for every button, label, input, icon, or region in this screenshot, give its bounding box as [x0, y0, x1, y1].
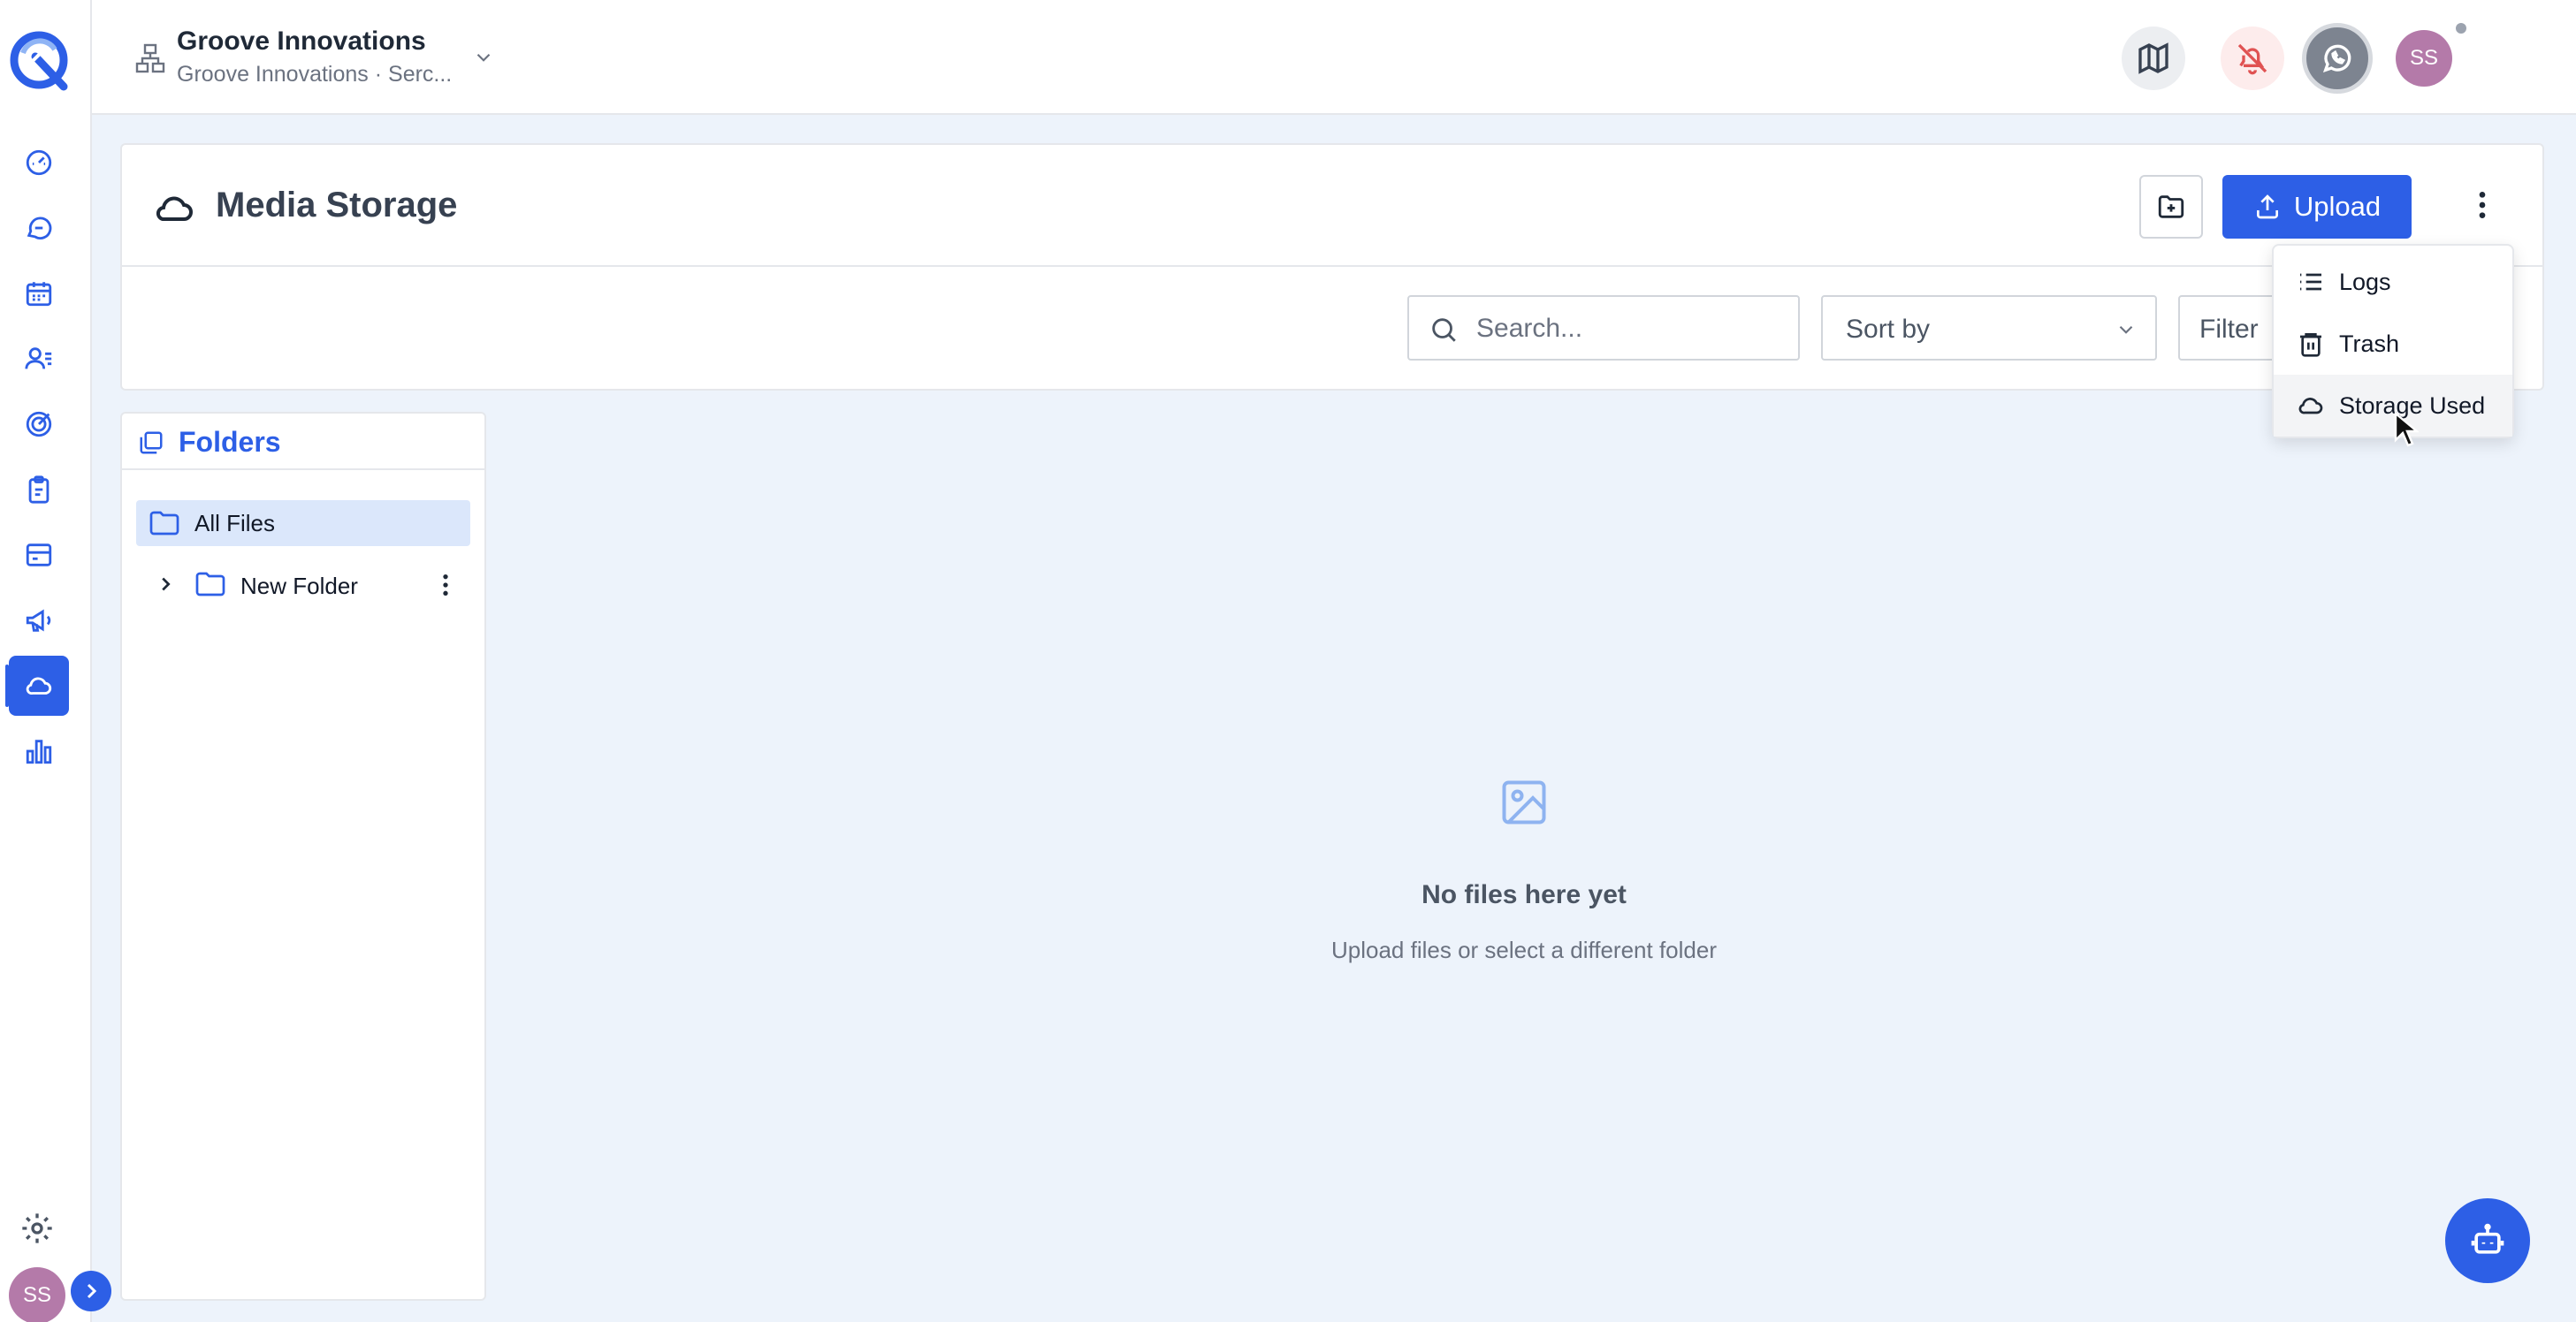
speedometer-icon [26, 149, 52, 176]
folder-icon [195, 572, 225, 596]
sidebar-item-forms[interactable] [9, 460, 69, 520]
folders-header: Folders [122, 414, 484, 470]
menu-item-label: Trash [2339, 330, 2400, 357]
folder-item-new-folder[interactable]: New Folder [136, 562, 470, 608]
sidebar-item-dashboard[interactable] [9, 133, 69, 193]
sidebar-item-reporting[interactable] [9, 721, 69, 781]
folder-icon [149, 511, 179, 536]
mouse-cursor-icon [2394, 412, 2419, 447]
clipboard-icon [28, 475, 50, 504]
filter-label: Filter [2199, 315, 2259, 344]
org-subtitle[interactable]: Groove Innovations · Serc... [177, 62, 452, 87]
gear-icon [22, 1213, 52, 1243]
upload-icon [2256, 194, 2278, 219]
more-options-button[interactable] [2465, 187, 2500, 226]
settings-button[interactable] [19, 1211, 55, 1246]
folder-item-all-files[interactable]: All Files [136, 500, 470, 546]
whatsapp-button[interactable] [2302, 23, 2373, 94]
calendar-icon [26, 282, 52, 307]
search-input[interactable] [1476, 309, 1786, 348]
cloud-icon [152, 189, 194, 224]
folders-panel: Folders All Files New Folder [120, 412, 486, 1301]
upload-label: Upload [2293, 191, 2382, 222]
sidebar-item-conversations[interactable] [9, 198, 69, 258]
notifications-button[interactable] [2221, 27, 2284, 90]
map-button[interactable] [2122, 27, 2185, 90]
ai-assistant-button[interactable] [2445, 1198, 2530, 1283]
folders-title: Folders [179, 426, 281, 458]
megaphone-icon [26, 609, 51, 632]
chevron-right-icon[interactable] [156, 574, 175, 594]
folder-plus-icon [2158, 195, 2184, 218]
more-options-menu: Logs Trash Storage Used [2272, 244, 2514, 438]
menu-item-trash[interactable]: Trash [2274, 313, 2512, 375]
empty-state-subtitle: Upload files or select a different folde… [1331, 937, 1717, 963]
menu-item-logs[interactable]: Logs [2274, 251, 2512, 313]
sidebar-item-opportunities[interactable] [9, 394, 69, 454]
chevron-down-icon [2119, 325, 2133, 334]
chat-bubble-icon [27, 217, 52, 239]
user-avatar[interactable]: SS [9, 1267, 65, 1322]
target-icon [26, 411, 52, 437]
chevron-down-icon[interactable] [472, 46, 495, 69]
menu-item-storage-used[interactable]: Storage Used [2274, 375, 2512, 437]
search-icon [1432, 318, 1456, 342]
whatsapp-icon [2322, 44, 2351, 73]
folder-label: All Files [194, 509, 276, 536]
folder-label: New Folder [240, 573, 358, 599]
org-name[interactable]: Groove Innovations [177, 27, 426, 57]
sidebar-item-payments[interactable] [9, 525, 69, 585]
image-placeholder-icon [1498, 776, 1551, 829]
folders-icon [140, 431, 163, 454]
top-bar: Groove Innovations Groove Innovations · … [92, 0, 2576, 115]
page-title: Media Storage [216, 186, 458, 224]
menu-item-label: Logs [2339, 268, 2391, 295]
robot-icon [2471, 1223, 2504, 1254]
new-folder-button[interactable] [2139, 175, 2203, 239]
kebab-menu-icon[interactable] [431, 571, 460, 599]
status-dot [2456, 23, 2466, 34]
top-user-avatar[interactable]: SS [2396, 30, 2452, 87]
sidebar-expand-button[interactable] [71, 1271, 111, 1311]
search-field[interactable] [1407, 295, 1800, 361]
sidebar-item-media-storage[interactable] [5, 656, 69, 716]
upload-button[interactable]: Upload [2222, 175, 2412, 239]
bell-off-icon [2237, 43, 2267, 75]
header-divider [122, 265, 2542, 267]
credit-card-icon [26, 543, 52, 566]
cloud-icon [2298, 398, 2323, 414]
map-icon [2138, 42, 2168, 74]
left-sidebar: SS [0, 0, 111, 1322]
contacts-icon [25, 347, 52, 369]
sort-by-label: Sort by [1846, 315, 1931, 344]
empty-state-title: No files here yet [1421, 880, 1627, 909]
chevron-right-icon [87, 1283, 97, 1299]
sidebar-item-contacts[interactable] [9, 329, 69, 389]
app-logo[interactable] [5, 27, 72, 94]
sidebar-item-calendar[interactable] [9, 263, 69, 323]
sidebar-item-marketing[interactable] [9, 590, 69, 650]
kebab-menu-icon [2479, 192, 2486, 218]
org-switcher-icon [134, 42, 166, 76]
list-icon [2300, 273, 2321, 291]
bar-chart-icon [26, 740, 52, 764]
trash-icon [2300, 333, 2321, 357]
sort-by-select[interactable]: Sort by [1821, 295, 2157, 361]
cloud-icon [26, 677, 52, 695]
media-storage-header: Media Storage Upload Sort by Filter [120, 143, 2544, 391]
